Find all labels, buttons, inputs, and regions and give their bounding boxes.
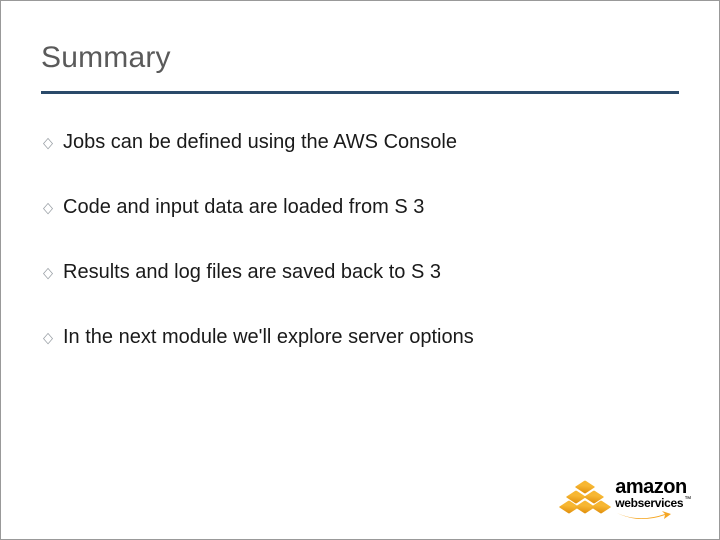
bullet-list: ◇ Jobs can be defined using the AWS Cons…	[41, 130, 679, 350]
diamond-icon: ◇	[43, 265, 53, 280]
slide-title: Summary	[41, 41, 679, 94]
bullet-text: Code and input data are loaded from S 3	[63, 195, 424, 220]
aws-logo: amazon webservices ™	[565, 477, 691, 519]
trademark-icon: ™	[684, 496, 691, 503]
bullet-text: Results and log files are saved back to …	[63, 260, 441, 285]
diamond-icon: ◇	[43, 135, 53, 150]
bullet-item: ◇ Results and log files are saved back t…	[43, 260, 679, 285]
slide: Summary ◇ Jobs can be defined using the …	[0, 0, 720, 540]
aws-cubes-icon	[565, 481, 607, 515]
bullet-item: ◇ In the next module we'll explore serve…	[43, 325, 679, 350]
logo-sub: webservices ™	[615, 497, 691, 509]
bullet-item: ◇ Jobs can be defined using the AWS Cons…	[43, 130, 679, 155]
swoosh-icon	[615, 511, 673, 519]
bullet-text: Jobs can be defined using the AWS Consol…	[63, 130, 457, 155]
diamond-icon: ◇	[43, 200, 53, 215]
aws-logo-text: amazon webservices ™	[615, 477, 691, 519]
logo-brand: amazon	[615, 477, 691, 497]
logo-sub-text: webservices	[615, 497, 683, 509]
diamond-icon: ◇	[43, 330, 53, 345]
bullet-text: In the next module we'll explore server …	[63, 325, 474, 350]
bullet-item: ◇ Code and input data are loaded from S …	[43, 195, 679, 220]
